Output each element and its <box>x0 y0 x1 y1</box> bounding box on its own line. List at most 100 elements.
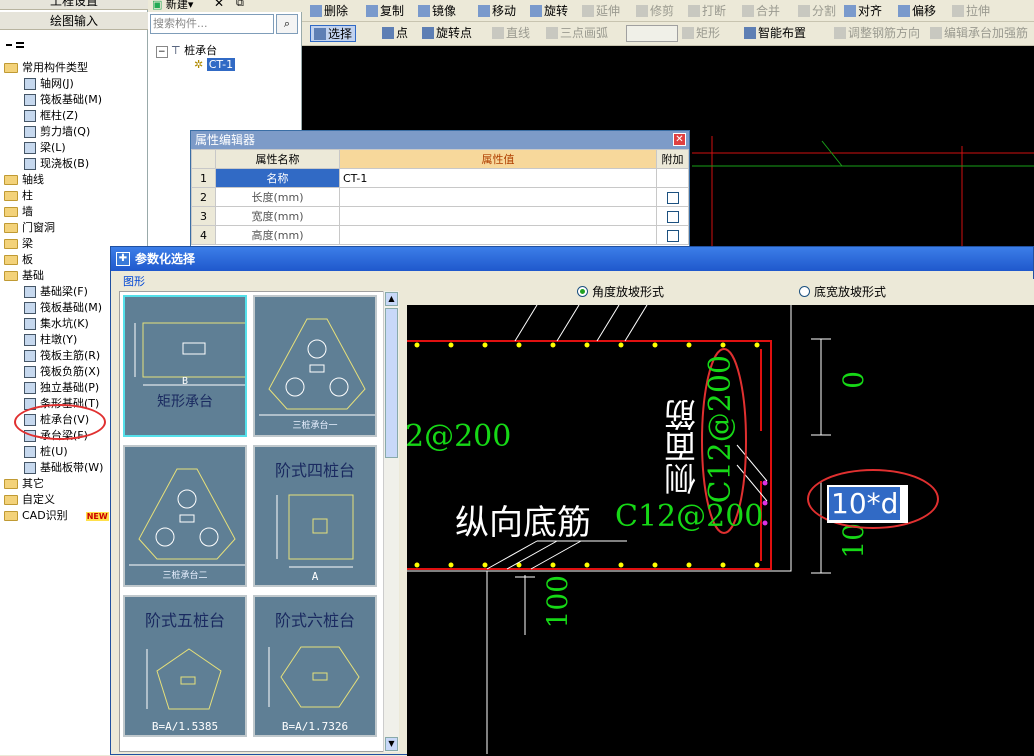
scroll-thumb[interactable] <box>385 308 398 458</box>
scroll-up-arrow[interactable]: ▲ <box>385 292 398 306</box>
nav-tree-item[interactable]: 轴线 <box>0 172 148 188</box>
toolbar2-item[interactable]: 旋转点 <box>422 25 472 42</box>
thumb-dimension: B <box>181 376 189 387</box>
toolbar1-item[interactable]: 偏移 <box>898 3 936 20</box>
shape-thumbnail[interactable]: 阶式六桩台 B=A/1.7326 <box>253 595 377 737</box>
toolbar1-item[interactable]: 打断 <box>688 3 726 20</box>
toolbar2-item[interactable]: 矩形 <box>682 25 720 42</box>
nav-tree-label: 门窗洞 <box>22 221 55 234</box>
nav-tree-label: 筏板基础(M) <box>40 301 103 314</box>
toolbar1-item[interactable]: 对齐 <box>844 3 882 20</box>
nav-tree-label: 基础板带(W) <box>40 461 104 474</box>
property-value[interactable] <box>339 206 657 226</box>
component-icon <box>24 286 36 298</box>
toolbar1-item[interactable]: 复制 <box>366 3 404 20</box>
toolbar1-item[interactable]: 合并 <box>742 3 780 20</box>
component-icon <box>24 94 36 106</box>
extra-checkbox[interactable] <box>666 210 679 223</box>
col-header-name: 属性名称 <box>215 149 340 169</box>
property-value[interactable]: CT-1 <box>339 168 657 188</box>
toolbar1-item[interactable]: 移动 <box>478 3 516 20</box>
nav-tree-label: 基础 <box>22 269 44 282</box>
nav-tree-item[interactable]: 柱 <box>0 188 148 204</box>
extra-cell <box>656 187 689 207</box>
thumb-caption: 矩形承台 <box>157 394 213 410</box>
property-row[interactable]: 1 名称 CT-1 <box>191 168 689 188</box>
folder-icon <box>4 479 18 489</box>
collapse-tree-icon[interactable] <box>6 40 26 50</box>
toolbar1-item[interactable]: 延伸 <box>582 3 620 20</box>
shape-thumbnail[interactable]: 三桩承台一 <box>253 295 377 437</box>
nav-tree-label: 轴网(J) <box>40 77 74 90</box>
shape-thumbnail[interactable]: 矩形承台 B <box>123 295 247 437</box>
toolbar2-label: 直线 <box>506 26 531 40</box>
close-icon[interactable]: ✕ <box>673 133 686 146</box>
toolbar2-item[interactable]: 智能布置 <box>744 25 806 42</box>
tool-icon <box>314 28 326 40</box>
property-row[interactable]: 4 高度(mm) <box>191 225 689 245</box>
folder-icon <box>4 271 18 281</box>
property-editor-dialog: 属性编辑器 ✕ 属性名称 属性值 附加 1 名称 CT-1 2 长度(mm) 3 宽度(mm… <box>190 130 690 250</box>
component-icon <box>24 318 36 330</box>
property-name: 宽度(mm) <box>215 206 340 226</box>
shape-thumbnail[interactable]: 阶式五桩台 B=A/1.5385 <box>123 595 247 737</box>
property-name: 长度(mm) <box>215 187 340 207</box>
nav-tree-item[interactable]: 常用构件类型 <box>0 60 148 76</box>
toolbar2-item[interactable]: 选择 <box>310 25 357 42</box>
tool-icon <box>898 5 910 17</box>
toolbar1-item[interactable]: 镜像 <box>418 3 456 20</box>
nav-tree-item[interactable]: 梁(L) <box>0 140 148 156</box>
toolbar1-item[interactable]: 拉伸 <box>952 3 990 20</box>
nav-tree-item[interactable]: 框柱(Z) <box>0 108 148 124</box>
nav-tree-item[interactable]: 筏板基础(M) <box>0 92 148 108</box>
nav-tree-label: 独立基础(P) <box>40 381 100 394</box>
component-tree-root[interactable]: − ⊤ 桩承台 <box>156 42 217 58</box>
toolbar2-item[interactable]: 三点画弧 <box>546 25 608 42</box>
radio-width-slope[interactable]: 底宽放坡形式 <box>799 283 886 300</box>
property-value[interactable] <box>339 225 657 245</box>
tool-icon <box>834 27 846 39</box>
property-table: 属性名称 属性值 附加 1 名称 CT-1 2 长度(mm) 3 宽度(mm) 4 高度(mm) <box>191 149 689 245</box>
toolbar1-item[interactable]: 旋转 <box>530 3 568 20</box>
toolbar2-item[interactable]: 编辑承台加强筋 <box>930 25 1028 42</box>
copy-component-icon[interactable]: ⧉ <box>236 0 244 10</box>
new-badge: NEW <box>85 512 109 521</box>
property-value[interactable] <box>339 187 657 207</box>
draw-input-button[interactable]: 绘图输入 <box>0 12 148 30</box>
shape-preview-icon <box>129 468 245 566</box>
extra-checkbox[interactable] <box>666 229 679 242</box>
search-input[interactable]: 搜索构件... <box>150 14 274 34</box>
project-settings-button[interactable]: 工程设置 <box>0 0 148 10</box>
toolbar2-item[interactable]: 直线 <box>492 25 530 42</box>
component-tree-child[interactable]: ✲ CT-1 <box>194 58 236 71</box>
nav-tree-item[interactable]: 门窗洞 <box>0 220 148 236</box>
toolbar1-item[interactable]: 删除 <box>310 3 348 20</box>
tool-icon <box>478 5 490 17</box>
delete-component-icon[interactable]: ✕ <box>214 0 224 10</box>
toolbar1-label: 偏移 <box>912 4 937 18</box>
component-icon <box>24 126 36 138</box>
row-number: 3 <box>191 206 216 226</box>
toolbar1-item[interactable]: 修剪 <box>636 3 674 20</box>
scroll-down-arrow[interactable]: ▼ <box>385 737 398 751</box>
nav-tree-item[interactable]: 剪力墙(Q) <box>0 124 148 140</box>
nav-tree-item[interactable]: 现浇板(B) <box>0 156 148 172</box>
gallery-scrollbar[interactable]: ▲ ▼ <box>383 291 399 752</box>
folder-icon <box>4 239 18 249</box>
new-button[interactable]: ▣ 新建▾ <box>152 0 193 12</box>
search-icon[interactable]: ⌕ <box>276 14 298 34</box>
arc-mode-dropdown[interactable] <box>626 25 678 42</box>
dimension-edit-input[interactable]: 10*d <box>827 485 909 523</box>
toolbar1-item[interactable]: 分割 <box>798 3 836 20</box>
radio-angle-slope[interactable]: 角度放坡形式 <box>577 283 664 300</box>
extra-checkbox[interactable] <box>666 191 679 204</box>
collapse-icon[interactable]: − <box>156 46 168 58</box>
nav-tree-item[interactable]: 墙 <box>0 204 148 220</box>
toolbar2-item[interactable]: 点 <box>382 25 408 42</box>
shape-thumbnail[interactable]: 阶式四桩台 A <box>253 445 377 587</box>
property-row[interactable]: 3 宽度(mm) <box>191 206 689 226</box>
property-row[interactable]: 2 长度(mm) <box>191 187 689 207</box>
nav-tree-item[interactable]: 轴网(J) <box>0 76 148 92</box>
toolbar2-item[interactable]: 调整钢筋方向 <box>834 25 920 42</box>
shape-thumbnail[interactable]: 三桩承台二 <box>123 445 247 587</box>
